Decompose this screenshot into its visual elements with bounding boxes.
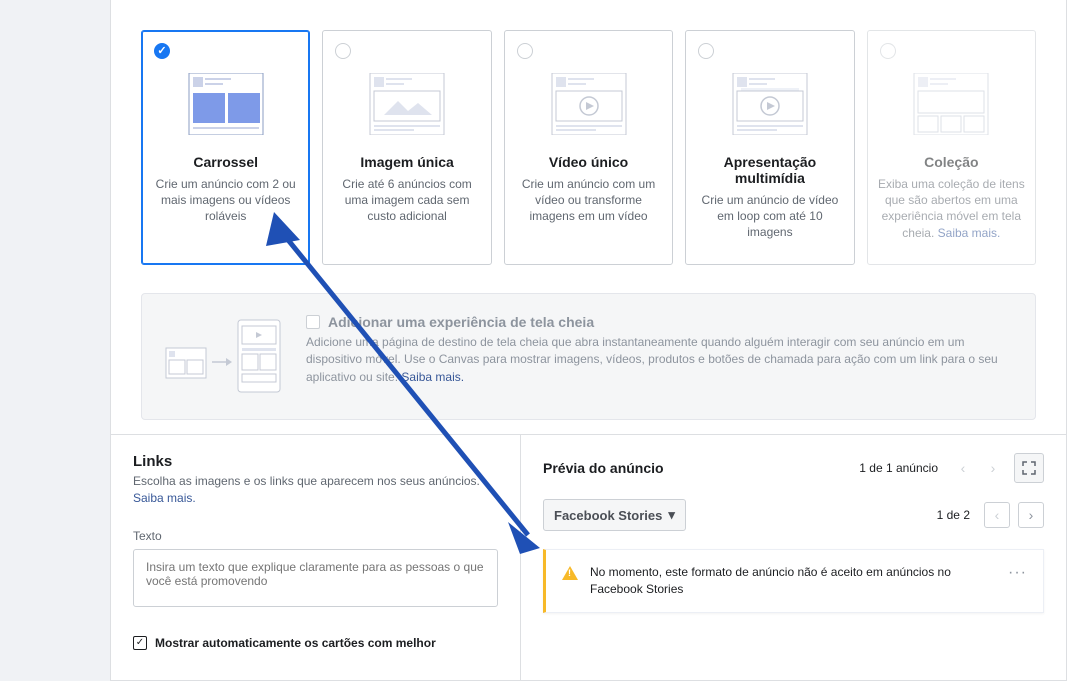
preview-count-bottom: 1 de 2 xyxy=(937,508,970,522)
placement-label: Facebook Stories xyxy=(554,508,662,523)
format-desc: Exiba uma coleção de itens que são abert… xyxy=(878,176,1025,241)
format-thumb-slideshow xyxy=(723,73,817,140)
format-panel: Carrossel Crie um anúncio com 2 ou mais … xyxy=(110,0,1067,451)
format-desc: Crie um anúncio de vídeo em loop com até… xyxy=(696,192,843,241)
preview-panel: Prévia do anúncio 1 de 1 anúncio ‹ › Fac… xyxy=(520,434,1067,681)
format-thumb-collection xyxy=(904,73,998,140)
radio-icon xyxy=(698,43,714,59)
warning-icon xyxy=(562,566,578,580)
prev-ad-button[interactable]: ‹ xyxy=(952,457,974,479)
format-card-apresentacao[interactable]: Apresentação multimídia Crie um anúncio … xyxy=(685,30,854,265)
links-title: Links xyxy=(133,453,498,470)
radio-checked-icon xyxy=(154,43,170,59)
fullscreen-checkbox[interactable] xyxy=(306,315,320,329)
more-options-button[interactable]: ··· xyxy=(1008,564,1027,582)
format-title: Carrossel xyxy=(152,154,299,170)
links-subtitle: Escolha as imagens e os links que aparec… xyxy=(133,473,498,507)
preview-title: Prévia do anúncio xyxy=(543,460,859,476)
format-card-imagem-unica[interactable]: Imagem única Crie até 6 anúncios com uma… xyxy=(322,30,491,265)
format-card-video-unico[interactable]: Vídeo único Crie um anúncio com um vídeo… xyxy=(504,30,673,265)
format-title: Imagem única xyxy=(333,154,480,170)
placement-dropdown[interactable]: Facebook Stories ▾ xyxy=(543,499,686,531)
preview-count-top: 1 de 1 anúncio xyxy=(859,461,938,475)
learn-more-link[interactable]: Saiba mais. xyxy=(401,370,464,384)
format-title: Vídeo único xyxy=(515,154,662,170)
format-desc: Crie um anúncio com 2 ou mais imagens ou… xyxy=(152,176,299,225)
next-placement-button[interactable]: › xyxy=(1018,502,1044,528)
next-ad-button[interactable]: › xyxy=(982,457,1004,479)
format-title: Coleção xyxy=(878,154,1025,170)
format-desc: Crie até 6 anúncios com uma imagem cada … xyxy=(333,176,480,225)
texto-input[interactable] xyxy=(133,549,498,607)
format-card-carrossel[interactable]: Carrossel Crie um anúncio com 2 ou mais … xyxy=(141,30,310,265)
format-desc: Crie um anúncio com um vídeo ou transfor… xyxy=(515,176,662,225)
format-card-colecao: Coleção Exiba uma coleção de itens que s… xyxy=(867,30,1036,265)
fullscreen-experience-box: Adicionar uma experiência de tela cheia … xyxy=(141,293,1036,420)
radio-icon xyxy=(335,43,351,59)
fullscreen-thumb xyxy=(164,314,284,399)
fullscreen-title: Adicionar uma experiência de tela cheia xyxy=(328,314,594,330)
format-grid: Carrossel Crie um anúncio com 2 ou mais … xyxy=(111,0,1066,293)
format-thumb-image xyxy=(360,73,454,140)
expand-preview-button[interactable] xyxy=(1014,453,1044,483)
radio-icon xyxy=(517,43,533,59)
links-panel: Links Escolha as imagens e os links que … xyxy=(110,434,520,681)
mostrar-label: Mostrar automaticamente os cartões com m… xyxy=(155,636,436,650)
prev-placement-button[interactable]: ‹ xyxy=(984,502,1010,528)
radio-icon xyxy=(880,43,896,59)
learn-more-link[interactable]: Saiba mais. xyxy=(133,491,196,505)
format-thumb-carousel xyxy=(179,73,273,140)
warning-box: No momento, este formato de anúncio não … xyxy=(543,549,1044,613)
mostrar-checkbox[interactable]: ✓ xyxy=(133,636,147,650)
chevron-down-icon: ▾ xyxy=(668,507,675,523)
warning-text: No momento, este formato de anúncio não … xyxy=(590,564,996,598)
format-title: Apresentação multimídia xyxy=(696,154,843,186)
texto-label: Texto xyxy=(133,529,498,543)
fullscreen-desc: Adicione uma página de destino de tela c… xyxy=(306,334,1013,386)
learn-more-link[interactable]: Saiba mais. xyxy=(938,226,1001,240)
format-thumb-video xyxy=(542,73,636,140)
